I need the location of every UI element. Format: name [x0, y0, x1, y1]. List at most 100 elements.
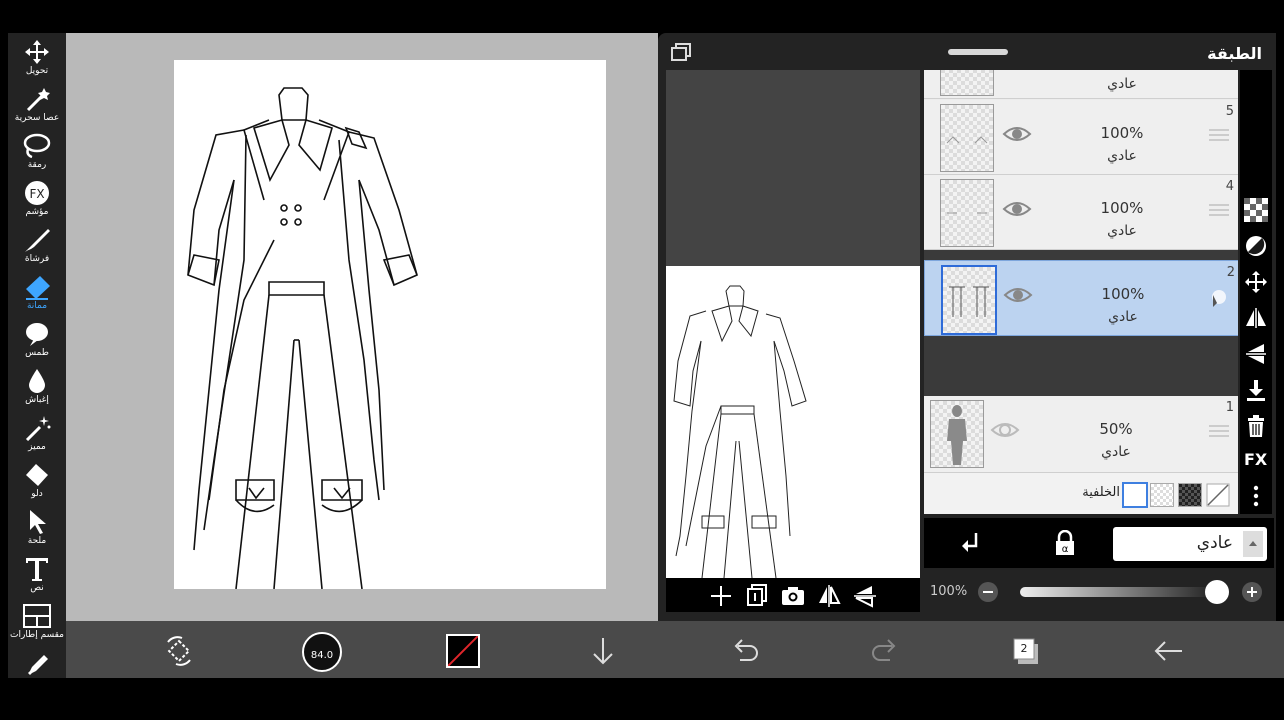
drag-handle-icon[interactable] — [1209, 128, 1229, 142]
brush-size-indicator[interactable]: 84.0 — [302, 632, 342, 672]
opacity-slider-thumb[interactable] — [1205, 580, 1229, 604]
drag-handle-icon[interactable] — [1209, 70, 1229, 72]
preview-dark-area — [666, 70, 920, 266]
layer-row-selected[interactable]: 100% عادي 2 — [924, 260, 1238, 336]
background-row[interactable]: الخلفية — [924, 473, 1238, 514]
tool-label: ممانة — [26, 301, 48, 311]
flip-layer-vertical-icon[interactable] — [1244, 342, 1268, 366]
merge-down-icon[interactable] — [1244, 378, 1268, 402]
layer-number: 5 — [1225, 104, 1234, 119]
opacity-label: 100% — [930, 584, 968, 599]
fx-button-icon[interactable]: FX — [1244, 450, 1270, 469]
canvas-preview[interactable] — [666, 266, 920, 579]
bg-dark-swatch[interactable] — [1178, 483, 1202, 507]
tool-frame-divider[interactable]: مقسم إطارات — [8, 601, 66, 648]
layer-thumbnail — [930, 400, 984, 468]
brush-icon — [25, 229, 50, 252]
drawing-canvas[interactable] — [174, 60, 606, 590]
tool-magic-wand[interactable]: عصا سحرية — [8, 84, 66, 131]
drag-handle-icon[interactable] — [1209, 424, 1229, 438]
tool-label: عصا سحرية — [14, 113, 60, 123]
clipping-arrow-icon[interactable] — [958, 530, 984, 556]
plus-icon[interactable] — [1241, 581, 1263, 603]
tool-label: رمقة — [27, 160, 47, 170]
magic-wand-icon — [26, 88, 50, 112]
add-layer-icon[interactable] — [708, 583, 734, 609]
bg-white-swatch[interactable] — [1122, 482, 1148, 508]
frame-divider-icon — [23, 604, 51, 628]
trash-icon[interactable] — [1244, 414, 1268, 438]
tool-eraser[interactable]: ممانة — [8, 272, 66, 319]
layer-opacity: 100% — [1100, 124, 1144, 142]
costume-sketch — [187, 87, 418, 590]
layer-row[interactable]: 50% عادي 1 — [924, 396, 1238, 473]
svg-text:α: α — [1062, 544, 1069, 555]
cursor-pointer-icon — [1212, 290, 1226, 307]
move-layer-icon[interactable] — [1244, 270, 1268, 294]
visibility-eye-icon[interactable] — [1002, 199, 1032, 219]
tool-text[interactable]: نص — [8, 554, 66, 601]
tool-bucket[interactable]: دلو — [8, 460, 66, 507]
alpha-lock-icon[interactable]: α — [1052, 530, 1078, 556]
more-options-icon[interactable] — [1244, 484, 1268, 508]
arrow-down-icon[interactable] — [586, 634, 620, 668]
tool-transform[interactable]: تحويل — [8, 37, 66, 84]
tool-blur[interactable]: إغباش — [8, 366, 66, 413]
blend-mode-value: عادي — [1196, 533, 1233, 553]
transform-rotate-icon[interactable] — [162, 634, 196, 668]
smudge-icon — [26, 323, 48, 346]
bg-transparent-swatch[interactable] — [1150, 483, 1174, 507]
visibility-eye-icon[interactable] — [1002, 124, 1032, 144]
tool-sharpen[interactable]: مميز — [8, 413, 66, 460]
select-arrow-icon — [30, 510, 46, 534]
clipping-circle-icon[interactable] — [1244, 234, 1268, 258]
tool-label: نص — [30, 583, 44, 593]
flip-layer-horizontal-icon[interactable] — [1244, 306, 1268, 330]
layers-count-button[interactable]: 2 — [1010, 636, 1042, 666]
eraser-icon — [26, 276, 50, 300]
layer-thumbnail — [940, 104, 994, 172]
visibility-eye-icon[interactable] — [1003, 285, 1033, 305]
back-arrow-icon[interactable] — [1152, 634, 1186, 668]
panel-drag-handle[interactable] — [948, 49, 1008, 55]
layer-opacity: 100% — [1101, 285, 1145, 303]
sparkle-wand-icon — [25, 416, 51, 441]
flip-horizontal-icon[interactable] — [816, 583, 842, 609]
layer-blend-mode: عادي — [1107, 76, 1137, 92]
camera-icon[interactable] — [780, 583, 806, 609]
chevron-up-icon — [1243, 531, 1263, 557]
flip-vertical-icon[interactable] — [852, 583, 878, 609]
visibility-eye-icon[interactable] — [990, 420, 1020, 440]
fx-filter-icon: FX — [25, 181, 49, 205]
opacity-slider-track[interactable] — [1020, 587, 1216, 597]
layer-blend-mode: عادي — [1101, 444, 1131, 460]
tool-select[interactable]: ملحة — [8, 507, 66, 554]
layer-row[interactable]: 100% عادي 5 — [924, 100, 1238, 175]
layer-count-value: 2 — [1020, 642, 1028, 655]
layer-row[interactable]: عادي — [924, 70, 1238, 99]
undo-icon[interactable] — [728, 634, 762, 668]
layer-separator — [924, 250, 1238, 260]
duplicate-layer-icon[interactable] — [744, 583, 770, 609]
layer-list[interactable]: عادي 100% عادي 5 100% عادي 4 100% عادي 2 — [924, 70, 1238, 514]
tool-label: فرشاة — [24, 254, 50, 264]
minus-icon[interactable] — [977, 581, 999, 603]
layer-number: 4 — [1225, 179, 1234, 194]
drag-handle-icon[interactable] — [1209, 203, 1229, 217]
checker-transparency-icon[interactable] — [1244, 198, 1268, 222]
eyedropper-icon[interactable] — [26, 655, 50, 677]
tool-brush[interactable]: فرشاة — [8, 225, 66, 272]
tool-label: مقسم إطارات — [10, 630, 64, 640]
window-toggle-icon[interactable] — [670, 42, 692, 62]
color-swatch[interactable] — [446, 634, 480, 668]
blend-mode-select[interactable]: عادي — [1113, 527, 1267, 561]
layer-row[interactable]: 100% عادي 4 — [924, 175, 1238, 250]
redo-icon[interactable] — [868, 634, 902, 668]
layer-number: 2 — [1226, 265, 1235, 280]
layer-thumbnail — [940, 70, 994, 96]
tool-filter[interactable]: FX مؤشم — [8, 178, 66, 225]
lasso-icon — [23, 133, 51, 159]
bg-none-swatch[interactable] — [1206, 483, 1230, 507]
tool-lasso[interactable]: رمقة — [8, 131, 66, 178]
tool-smudge[interactable]: طمس — [8, 319, 66, 366]
